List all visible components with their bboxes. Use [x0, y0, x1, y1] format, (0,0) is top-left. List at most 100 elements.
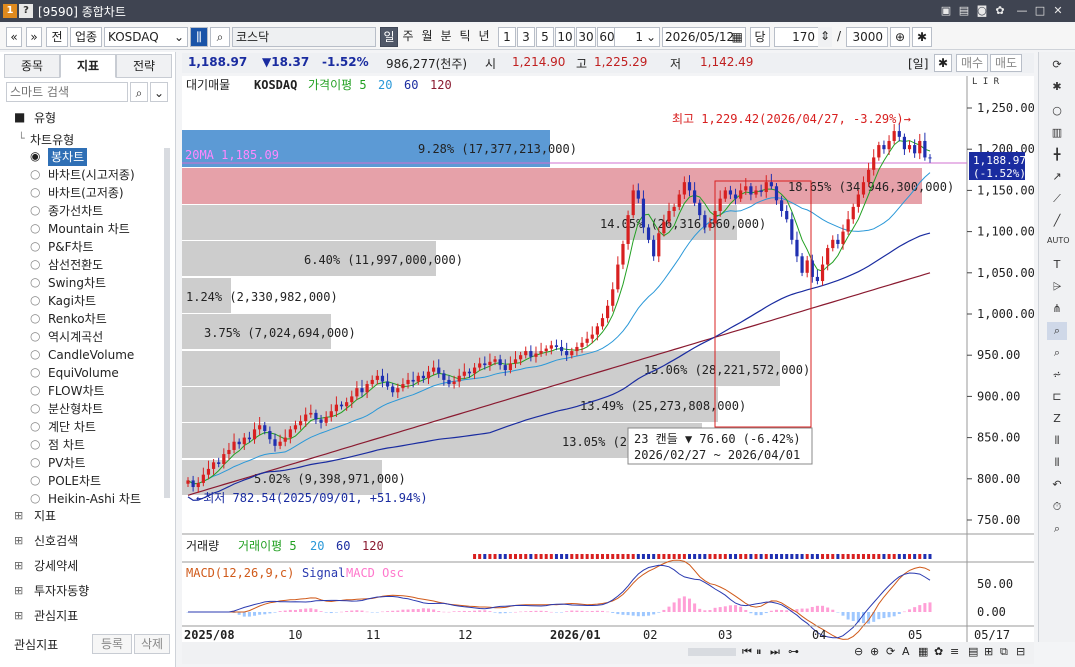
upjong-toggle[interactable]: 업종 — [70, 27, 102, 47]
section-item[interactable]: 지표 — [34, 504, 56, 528]
zoom-out-icon[interactable]: ⌕ — [1047, 344, 1067, 362]
expand-icon[interactable]: ⊞ — [14, 609, 23, 622]
chart-area[interactable]: 대기매물 KOSDAQ 가격이평 5 20 60 120 L I R 9.28% (17,37… — [182, 76, 1035, 648]
vlines-icon[interactable]: ⦀ — [1047, 432, 1067, 450]
expand-icon[interactable]: ⊞ — [14, 559, 23, 572]
last-icon[interactable]: ⏭ — [770, 645, 780, 659]
num-3[interactable]: 3 — [517, 27, 535, 47]
add-icon[interactable]: ⊞ — [984, 645, 993, 658]
dang-button[interactable]: 당 — [750, 27, 770, 47]
chart-type-item[interactable]: 점 차트 — [48, 436, 85, 454]
period-tick[interactable]: 틱 — [456, 27, 474, 47]
expand-icon[interactable]: ⊞ — [14, 534, 23, 547]
refresh-icon[interactable]: ⟳ — [886, 645, 895, 658]
plus-icon[interactable]: ⊕ — [870, 645, 879, 658]
chart-type-item[interactable]: FLOW차트 — [48, 382, 105, 400]
market-name-field[interactable]: 코스닥 — [232, 27, 376, 47]
chart-type-item[interactable]: 역시계곡선 — [48, 328, 103, 346]
total-field[interactable]: 3000 — [846, 27, 888, 47]
pause-icon[interactable]: ⏸ — [756, 645, 762, 659]
chart-type-item[interactable]: POLE차트 — [48, 472, 101, 490]
period-year[interactable]: 년 — [475, 27, 493, 47]
radio-icon[interactable]: ○ — [30, 329, 40, 343]
num-1[interactable]: 1 — [498, 27, 516, 47]
pattern-icon[interactable]: ⩫ — [1047, 366, 1067, 384]
bars-field[interactable]: 170 — [774, 27, 820, 47]
tab-indicator[interactable]: 지표 — [60, 54, 116, 78]
chart-type-item[interactable]: Heikin-Ashi 차트 — [48, 490, 141, 508]
chart-type-item[interactable]: 계단 차트 — [48, 418, 96, 436]
radio-icon[interactable]: ○ — [30, 419, 40, 433]
bars-stepper[interactable]: ⇕ — [818, 27, 832, 47]
num-30[interactable]: 30 — [576, 27, 596, 47]
delete-button[interactable]: 삭제 — [134, 634, 170, 654]
radio-icon[interactable]: ○ — [30, 491, 40, 505]
chart-type-item[interactable]: 삼선전환도 — [48, 256, 103, 274]
chart-type-item[interactable]: 종가선차트 — [48, 202, 103, 220]
chart-type-item[interactable]: 바차트(시고저종) — [48, 166, 135, 184]
circle-icon[interactable]: ○ — [1047, 102, 1067, 120]
time-icon[interactable]: ⏱ — [1047, 498, 1067, 516]
section-type[interactable]: 유형 — [34, 109, 56, 126]
add-button[interactable]: 등록 — [92, 634, 132, 654]
scroll-thumb[interactable] — [688, 648, 736, 656]
sell-button[interactable]: 매도 — [990, 54, 1022, 72]
trend-icon[interactable]: ↗ — [1047, 168, 1067, 186]
refresh-icon[interactable]: ⟳ — [1047, 56, 1067, 74]
radio-icon[interactable]: ○ — [30, 311, 40, 325]
radio-selected-icon[interactable]: ◉ — [30, 149, 40, 163]
vlines2-icon[interactable]: ⦀ — [1047, 454, 1067, 472]
num-5[interactable]: 5 — [536, 27, 554, 47]
period-minute[interactable]: 분 — [437, 27, 455, 47]
radio-icon[interactable]: ○ — [30, 347, 40, 361]
radio-icon[interactable]: ○ — [30, 275, 40, 289]
buy-button[interactable]: 매수 — [956, 54, 988, 72]
minimize-icon[interactable]: — — [1014, 3, 1030, 19]
gear-icon[interactable]: ✱ — [912, 27, 932, 47]
zoom-icon[interactable]: ⌕ — [1047, 322, 1067, 340]
slider-icon[interactable]: ⊶ — [788, 645, 799, 658]
split-icon[interactable]: ⊟ — [1016, 645, 1025, 658]
radio-icon[interactable]: ○ — [30, 401, 40, 415]
radio-icon[interactable]: ○ — [30, 473, 40, 487]
font-icon[interactable]: A — [902, 645, 910, 658]
collapse-icon[interactable]: ⌄ — [150, 82, 168, 102]
expand-icon[interactable]: ⊞ — [14, 509, 23, 522]
minus-icon[interactable]: ⊖ — [854, 645, 863, 658]
grid-icon[interactable]: ▦ — [918, 645, 928, 658]
radio-icon[interactable]: ○ — [30, 221, 40, 235]
radio-icon[interactable]: ○ — [30, 239, 40, 253]
prev-button[interactable]: « — [6, 27, 22, 47]
chart-type-item[interactable]: Kagi차트 — [48, 292, 96, 310]
jeon-toggle[interactable]: 전 — [46, 27, 68, 47]
fib-icon[interactable]: ⩥ — [1047, 278, 1067, 296]
tab-jongmok[interactable]: 종목 — [4, 54, 60, 78]
settings-icon[interactable]: ✿ — [992, 3, 1008, 19]
camera-icon[interactable]: ◙ — [974, 3, 990, 19]
radio-icon[interactable]: ○ — [30, 185, 40, 199]
search-icon[interactable]: ⌕ — [1047, 520, 1067, 538]
layout-icon[interactable]: ▤ — [968, 645, 978, 658]
chart-type-item[interactable]: Mountain 차트 — [48, 220, 130, 238]
gear-icon[interactable]: ✱ — [1047, 78, 1067, 96]
chart-type-item[interactable]: Renko차트 — [48, 310, 107, 328]
section-item[interactable]: 신호검색 — [34, 529, 78, 553]
chart-type-item[interactable]: CandleVolume — [48, 346, 134, 364]
z-icon[interactable]: Z — [1047, 410, 1067, 428]
setting-icon[interactable]: ✿ — [934, 645, 943, 658]
market-select[interactable]: KOSDAQ ⌄ — [104, 27, 188, 47]
chart-type-item[interactable]: 바차트(고저종) — [48, 184, 124, 202]
ruler-icon[interactable]: ⊏ — [1047, 388, 1067, 406]
radio-icon[interactable]: ○ — [30, 383, 40, 397]
search-icon[interactable]: ⌕ — [210, 27, 230, 47]
expand-icon[interactable]: ⊞ — [14, 584, 23, 597]
list-icon[interactable]: ≡ — [950, 645, 959, 658]
bar-chart-icon[interactable]: ▥ — [1047, 124, 1067, 142]
close-icon[interactable]: ✕ — [1050, 3, 1066, 19]
auto-icon[interactable]: AUTO — [1047, 232, 1070, 250]
chart-svg[interactable]: 대기매물 KOSDAQ 가격이평 5 20 60 120 L I R 9.28% (17,37… — [182, 76, 1035, 648]
save-icon[interactable]: ▤ — [956, 3, 972, 19]
tab-strategy[interactable]: 전략 — [116, 54, 172, 78]
period-week[interactable]: 주 — [399, 27, 417, 47]
bar-icon[interactable]: ⫼ — [190, 27, 208, 47]
